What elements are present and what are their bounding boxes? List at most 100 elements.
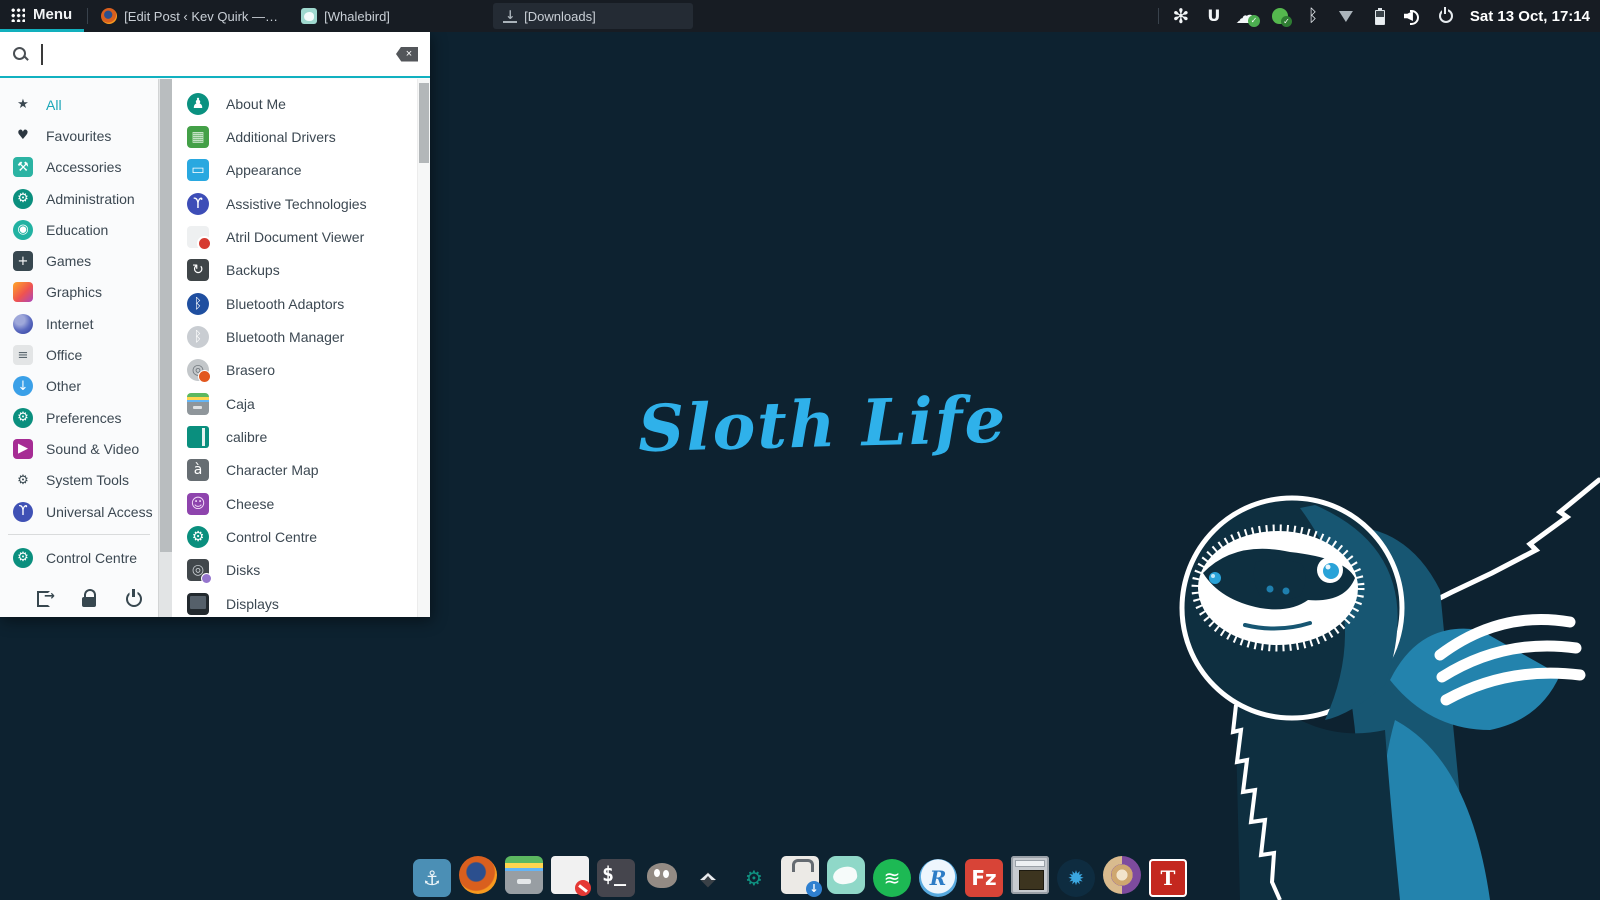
dock-item-inkscape[interactable]: ◆ <box>689 859 727 897</box>
categories-scrollbar[interactable] <box>158 79 173 617</box>
sloth-wallpaper <box>1140 470 1600 900</box>
boutique-icon <box>781 856 819 894</box>
category-item-control-centre[interactable]: ⚙ Control Centre <box>0 542 158 573</box>
clock[interactable]: Sat 13 Oct, 17:14 <box>1464 8 1600 25</box>
session-button-lock[interactable] <box>74 588 98 610</box>
bluetooth-grey-icon: ᛒ <box>187 326 209 348</box>
power-icon <box>124 589 142 607</box>
accessories-icon: ⚒ <box>13 157 33 177</box>
dock-item-filezilla[interactable]: Fz <box>965 859 1003 897</box>
whalebird-dock-icon <box>827 856 865 894</box>
app-item-backups[interactable]: ↻ Backups <box>172 254 418 287</box>
task-button-download[interactable]: ↓ [Downloads] <box>493 3 693 29</box>
category-item-sound-video[interactable]: ▶ Sound & Video <box>0 433 158 464</box>
dock-item-rambox[interactable]: R <box>919 859 957 897</box>
firefox-icon <box>101 8 117 24</box>
task-button-whalebird[interactable]: [Whalebird] <box>291 0 491 32</box>
apps-scrollbar[interactable] <box>417 79 430 617</box>
app-item-bluetooth-adaptors[interactable]: ᛒ Bluetooth Adaptors <box>172 287 418 320</box>
dock-item-caja-dock[interactable] <box>505 856 543 897</box>
dock-item-tor[interactable] <box>1103 856 1141 897</box>
category-item-preferences[interactable]: ⚙ Preferences <box>0 402 158 433</box>
control-centre-icon: ⚙ <box>187 526 209 548</box>
dock-item-atril-dock[interactable] <box>551 856 589 897</box>
session-button-power[interactable] <box>118 588 142 610</box>
shutter-icon[interactable]: ✻ <box>1172 7 1190 25</box>
mascot-icon[interactable] <box>1271 7 1289 25</box>
category-item-favourites[interactable]: ♥ Favourites <box>0 120 158 151</box>
category-item-education[interactable]: ◉ Education <box>0 214 158 245</box>
administration-icon: ⚙ <box>13 189 33 209</box>
dock-item-remote[interactable] <box>1011 856 1049 897</box>
category-item-office[interactable]: ≡ Office <box>0 339 158 370</box>
category-item-administration[interactable]: ⚙ Administration <box>0 183 158 214</box>
volume-icon[interactable] <box>1403 7 1421 25</box>
dock-item-anchor[interactable]: ⚓ <box>413 859 451 897</box>
dock-item-red-t[interactable]: T <box>1149 859 1187 897</box>
appearance-icon: ▭ <box>187 159 209 181</box>
app-item-additional-drivers[interactable]: ▦ Additional Drivers <box>172 120 418 153</box>
dock-item-whalebird-dock[interactable] <box>827 856 865 897</box>
app-item-control-centre[interactable]: ⚙ Control Centre <box>172 520 418 553</box>
window-list: [Edit Post ‹ Kev Quirk — W… [Whalebird] … <box>91 0 695 32</box>
cloud-sync-icon[interactable]: ☁ <box>1238 7 1256 25</box>
bluetooth-icon[interactable]: ᛒ <box>1304 7 1322 25</box>
category-item-universal-access[interactable]: ϒ Universal Access <box>0 496 158 527</box>
whalebird-icon <box>301 8 317 24</box>
app-item-caja[interactable]: Caja <box>172 387 418 420</box>
apps-scrollbar-thumb[interactable] <box>419 83 429 163</box>
app-item-calibre[interactable]: calibre <box>172 420 418 453</box>
wifi-icon[interactable] <box>1337 7 1355 25</box>
battery-icon[interactable] <box>1370 7 1388 25</box>
dock-item-spotify[interactable]: ≋ <box>873 859 911 897</box>
education-icon: ◉ <box>13 220 33 240</box>
disks-icon: ◎ <box>187 559 209 581</box>
category-item-all[interactable]: ★ All <box>0 89 158 120</box>
power-icon[interactable] <box>1436 7 1454 25</box>
category-item-games[interactable]: + Games <box>0 245 158 276</box>
dock: ⚓ $_ ◆ ⚙ <box>407 853 1193 900</box>
category-item-other[interactable]: ↓ Other <box>0 371 158 402</box>
sound-video-icon: ▶ <box>13 439 33 459</box>
app-item-character-map[interactable]: à Character Map <box>172 454 418 487</box>
app-item-appearance[interactable]: ▭ Appearance <box>172 154 418 187</box>
caja-dock-icon <box>505 856 543 894</box>
star-icon: ★ <box>13 95 33 115</box>
category-item-graphics[interactable]: Graphics <box>0 277 158 308</box>
app-item-assistive-technologies[interactable]: ϒ Assistive Technologies <box>172 187 418 220</box>
text-caret <box>41 44 43 65</box>
application-menu: × ★ All ♥ Favourites ⚒ Accessories ⚙ Adm… <box>0 32 430 617</box>
categories-scrollbar-thumb[interactable] <box>160 79 172 552</box>
gimp-icon <box>643 856 681 894</box>
app-item-displays[interactable]: Displays <box>172 587 418 617</box>
ulauncher-icon[interactable]: U <box>1205 7 1223 25</box>
app-item-disks[interactable]: ◎ Disks <box>172 554 418 587</box>
app-item-bluetooth-manager[interactable]: ᛒ Bluetooth Manager <box>172 320 418 353</box>
spotify-icon: ≋ <box>873 859 911 897</box>
red-t-icon: T <box>1149 859 1187 897</box>
system-tools-icon: ⚙ <box>13 470 33 490</box>
games-icon: + <box>13 251 33 271</box>
app-item-about-me[interactable]: ♟ About Me <box>172 87 418 120</box>
firefox-icon <box>459 856 497 894</box>
app-item-cheese[interactable]: ☺ Cheese <box>172 487 418 520</box>
search-bar: × <box>0 32 430 78</box>
category-item-internet[interactable]: Internet <box>0 308 158 339</box>
dock-item-shutter-dock[interactable]: ✹ <box>1057 859 1095 897</box>
session-button-logout[interactable] <box>30 588 54 610</box>
app-item-atril-document-viewer[interactable]: Atril Document Viewer <box>172 220 418 253</box>
dock-item-terminal[interactable]: $_ <box>597 859 635 897</box>
dock-item-boutique[interactable] <box>781 856 819 897</box>
task-button-firefox[interactable]: [Edit Post ‹ Kev Quirk — W… <box>91 0 291 32</box>
backups-icon: ↻ <box>187 259 209 281</box>
search-input[interactable] <box>47 45 397 64</box>
app-item-brasero[interactable]: ◎ Brasero <box>172 354 418 387</box>
category-item-system-tools[interactable]: ⚙ System Tools <box>0 465 158 496</box>
dock-item-tweak[interactable]: ⚙ <box>735 859 773 897</box>
clear-search-icon[interactable]: × <box>396 47 418 62</box>
remote-icon <box>1011 856 1049 894</box>
dock-item-gimp[interactable] <box>643 856 681 897</box>
dock-item-firefox[interactable] <box>459 856 497 897</box>
category-item-accessories[interactable]: ⚒ Accessories <box>0 152 158 183</box>
menu-button[interactable]: Menu <box>0 0 84 32</box>
